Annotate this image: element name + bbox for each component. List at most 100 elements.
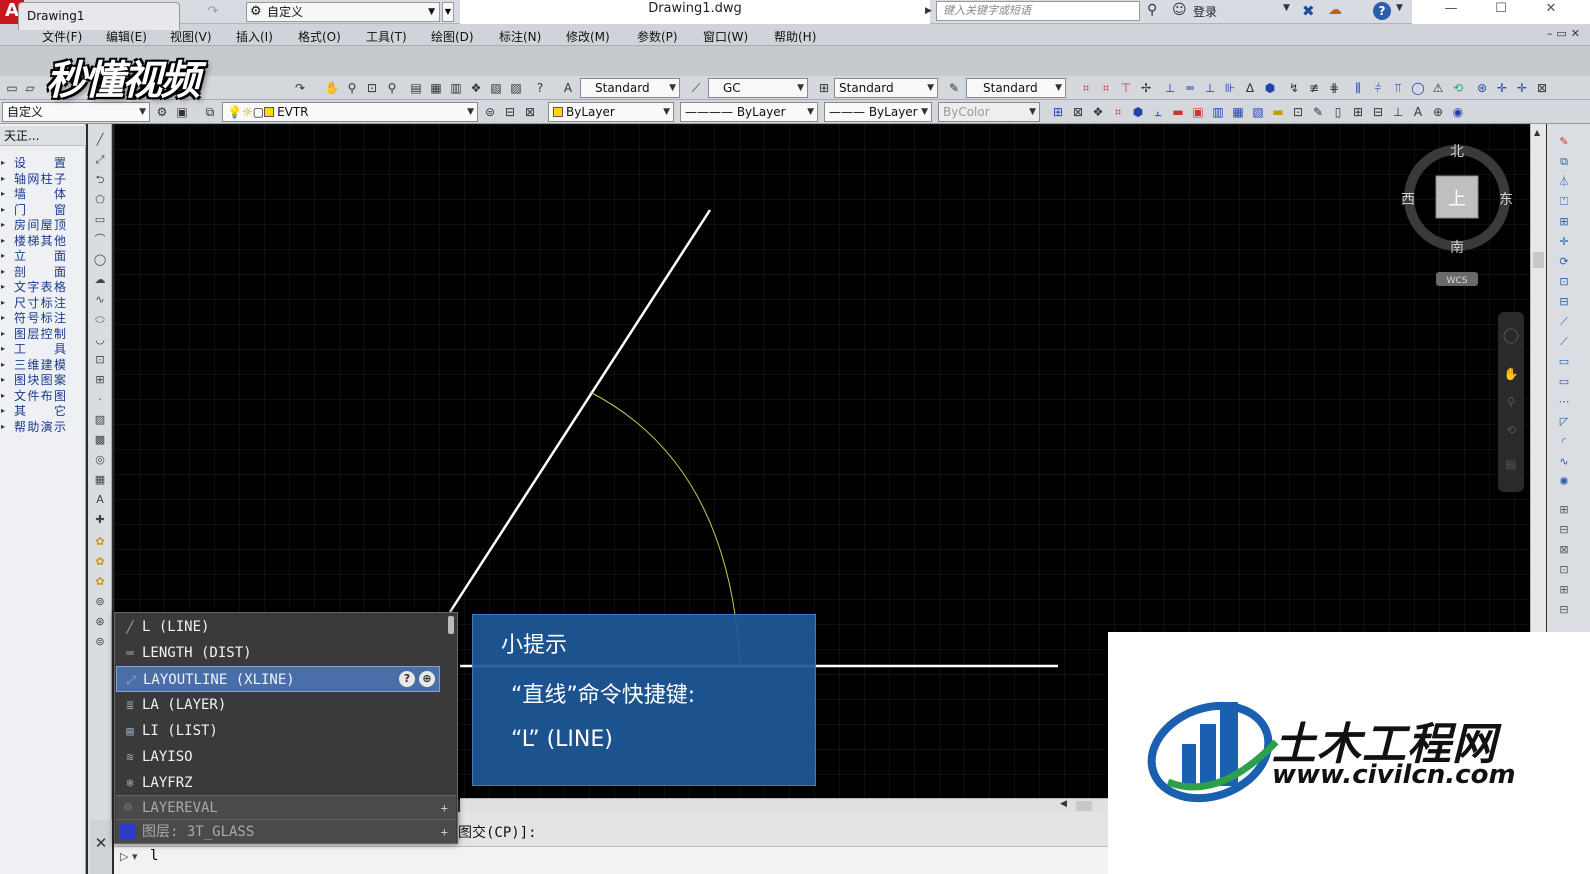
insert-block-icon[interactable]: ⊡ bbox=[91, 352, 109, 368]
erase-icon[interactable]: ✎ bbox=[1555, 134, 1573, 150]
table-style-combo[interactable]: Standard ▼ bbox=[834, 78, 938, 98]
tianzheng-item[interactable]: ▸ 符号标注 bbox=[0, 310, 86, 326]
autocomplete-item[interactable]: ═ LENGTH (DIST) bbox=[116, 640, 442, 666]
menu-file[interactable]: 文件(F) bbox=[42, 28, 82, 45]
region-icon[interactable]: ◎ bbox=[91, 452, 109, 468]
layer-state-icon[interactable]: ⊠ bbox=[522, 104, 538, 120]
calculator-icon[interactable]: ▨ bbox=[508, 80, 524, 96]
tz-modify-icon-3[interactable]: ⊠ bbox=[1555, 542, 1573, 558]
dim-jogged-icon[interactable]: ═ bbox=[1182, 80, 1198, 96]
menu-dimension[interactable]: 标注(N) bbox=[499, 28, 541, 45]
menu-edit[interactable]: 编辑(E) bbox=[106, 28, 147, 45]
zoom-realtime-icon[interactable]: ⚲ bbox=[344, 80, 360, 96]
dim-radius-icon[interactable]: ⊥ bbox=[1162, 80, 1178, 96]
maximize-icon[interactable]: ☐ bbox=[1476, 0, 1526, 24]
add-selected-icon[interactable]: ✚ bbox=[91, 512, 109, 528]
pan-nav-icon[interactable]: ✋ bbox=[1504, 367, 1519, 381]
autocomplete-item[interactable]: ▤ LI (LIST) bbox=[116, 718, 442, 744]
circle-icon[interactable]: ◯ bbox=[91, 252, 109, 268]
autocomplete-item[interactable]: ⤢ LAYOUTLINE (XLINE)? ⊕ bbox=[116, 666, 440, 692]
internet-search-icon[interactable]: ⊕ bbox=[419, 671, 435, 687]
tz-modify-icon-1[interactable]: ⊞ bbox=[1555, 502, 1573, 518]
tianzheng-item[interactable]: ▸ 文字表格 bbox=[0, 279, 86, 295]
construction-line-icon[interactable]: ⤢ bbox=[91, 152, 109, 168]
tianzheng-item[interactable]: ▸ 工具 bbox=[0, 341, 86, 357]
menu-format[interactable]: 格式(O) bbox=[298, 28, 341, 45]
tianzheng-item[interactable]: ▸ 轴网柱子 bbox=[0, 171, 86, 187]
tz-icon-9[interactable]: ▥ bbox=[1210, 104, 1226, 120]
tz-icon-11[interactable]: ▧ bbox=[1250, 104, 1266, 120]
point-icon[interactable]: · bbox=[91, 392, 109, 408]
polyline-icon[interactable]: ⮌ bbox=[91, 172, 109, 188]
break-point-icon[interactable]: ▭ bbox=[1555, 354, 1573, 370]
tz-icon-15[interactable]: ▯ bbox=[1330, 104, 1346, 120]
array-icon[interactable]: ⊞ bbox=[1555, 214, 1573, 230]
tianzheng-item[interactable]: ▸ 房间屋顶 bbox=[0, 217, 86, 233]
chamfer-icon[interactable]: ◸ bbox=[1555, 414, 1573, 430]
tz-icon-7[interactable]: ▬ bbox=[1170, 104, 1186, 120]
tz-icon-4[interactable]: ⌗ bbox=[1110, 104, 1126, 120]
help-tb-icon[interactable]: ? bbox=[532, 80, 548, 96]
layer-previous-icon[interactable]: ⊟ bbox=[502, 104, 518, 120]
autocomplete-sysvar-row[interactable]: ⚙ LAYEREVAL + bbox=[116, 795, 456, 819]
hatch-icon[interactable]: ▨ bbox=[91, 412, 109, 428]
table-icon[interactable]: ▦ bbox=[91, 472, 109, 488]
workspace-settings-icon[interactable]: ⚙ bbox=[154, 104, 170, 120]
tianzheng-item[interactable]: ▸ 设置 bbox=[0, 155, 86, 171]
dim-break-icon[interactable]: ⋕ bbox=[1326, 80, 1342, 96]
tz-icon-6[interactable]: ⫠ bbox=[1150, 104, 1166, 120]
tz-draw-icon-3[interactable]: ✿ bbox=[91, 574, 109, 590]
new-icon[interactable]: ▭ bbox=[4, 80, 20, 96]
tz-icon-16[interactable]: ⊞ bbox=[1350, 104, 1366, 120]
tz-icon-21[interactable]: ◉ bbox=[1450, 104, 1466, 120]
markup-icon[interactable]: ▧ bbox=[488, 80, 504, 96]
fillet-icon[interactable]: ◜ bbox=[1555, 434, 1573, 450]
tz-modify-icon-5[interactable]: ⊞ bbox=[1555, 582, 1573, 598]
zoom-previous-icon[interactable]: ⚲ bbox=[384, 80, 400, 96]
join-icon[interactable]: ⋯ bbox=[1555, 394, 1573, 410]
tz-modify-icon-4[interactable]: ⊡ bbox=[1555, 562, 1573, 578]
dim-arc-icon[interactable]: ⊤ bbox=[1118, 80, 1134, 96]
orbit-nav-icon[interactable]: ⟲ bbox=[1506, 423, 1516, 437]
tianzheng-item[interactable]: ▸ 图块图案 bbox=[0, 372, 86, 388]
tz-icon-17[interactable]: ⊟ bbox=[1370, 104, 1386, 120]
workspace-combo[interactable]: ⚙ 自定义 ▼ bbox=[246, 2, 440, 22]
gradient-icon[interactable]: ▩ bbox=[91, 432, 109, 448]
lineweight-combo[interactable]: ——— ByLayer ▼ bbox=[824, 102, 932, 122]
color-combo[interactable]: ByLayer ▼ bbox=[548, 102, 674, 122]
ellipse-arc-icon[interactable]: ◡ bbox=[91, 332, 109, 348]
tianzheng-item[interactable]: ▸ 立面 bbox=[0, 248, 86, 264]
command-prompt-icon[interactable]: ▷ ▾ bbox=[120, 850, 137, 863]
tz-icon-19[interactable]: A bbox=[1410, 104, 1426, 120]
mirror-object-icon[interactable]: ⏃ bbox=[1555, 174, 1573, 190]
table-style-icon[interactable]: ⊞ bbox=[816, 80, 832, 96]
polygon-icon[interactable]: ⬠ bbox=[91, 192, 109, 208]
make-current-icon[interactable]: ⊜ bbox=[482, 104, 498, 120]
tz-icon-20[interactable]: ⊕ bbox=[1430, 104, 1446, 120]
close-icon[interactable]: ✕ bbox=[1526, 0, 1576, 24]
design-center-icon[interactable]: ▦ bbox=[428, 80, 444, 96]
minimize-icon[interactable]: — bbox=[1426, 0, 1476, 24]
properties-icon[interactable]: ▤ bbox=[408, 80, 424, 96]
rectangle-icon[interactable]: ▭ bbox=[91, 212, 109, 228]
redo-icon[interactable]: ↷ bbox=[204, 3, 222, 21]
stretch-icon[interactable]: ⊟ bbox=[1555, 294, 1573, 310]
tz-icon-1[interactable]: ⊞ bbox=[1050, 104, 1066, 120]
command-input-row[interactable] bbox=[114, 846, 1110, 874]
zoom-nav-icon[interactable]: ⚲ bbox=[1507, 395, 1516, 409]
rotate-icon[interactable]: ⟳ bbox=[1555, 254, 1573, 270]
text-style-combo[interactable]: Standard ▼ bbox=[580, 78, 680, 98]
tianzheng-item[interactable]: ▸ 其它 bbox=[0, 403, 86, 419]
dim-text-edit-icon[interactable]: ⟲ bbox=[1450, 80, 1466, 96]
autocomplete-item[interactable]: ≣ LA (LAYER) bbox=[116, 692, 442, 718]
mtext-icon[interactable]: A bbox=[91, 492, 109, 508]
scroll-thumb[interactable] bbox=[1533, 252, 1544, 268]
menu-modify[interactable]: 修改(M) bbox=[566, 28, 610, 45]
tianzheng-item[interactable]: ▸ 门窗 bbox=[0, 202, 86, 218]
text-style-icon[interactable]: A bbox=[560, 80, 576, 96]
sheet-set-icon[interactable]: ❖ bbox=[468, 80, 484, 96]
linetype-combo[interactable]: ———— ByLayer ▼ bbox=[680, 102, 818, 122]
help-icon[interactable]: ? bbox=[399, 671, 415, 687]
menu-help[interactable]: 帮助(H) bbox=[774, 28, 816, 45]
center-mark-icon[interactable]: ⫩ bbox=[1370, 80, 1386, 96]
